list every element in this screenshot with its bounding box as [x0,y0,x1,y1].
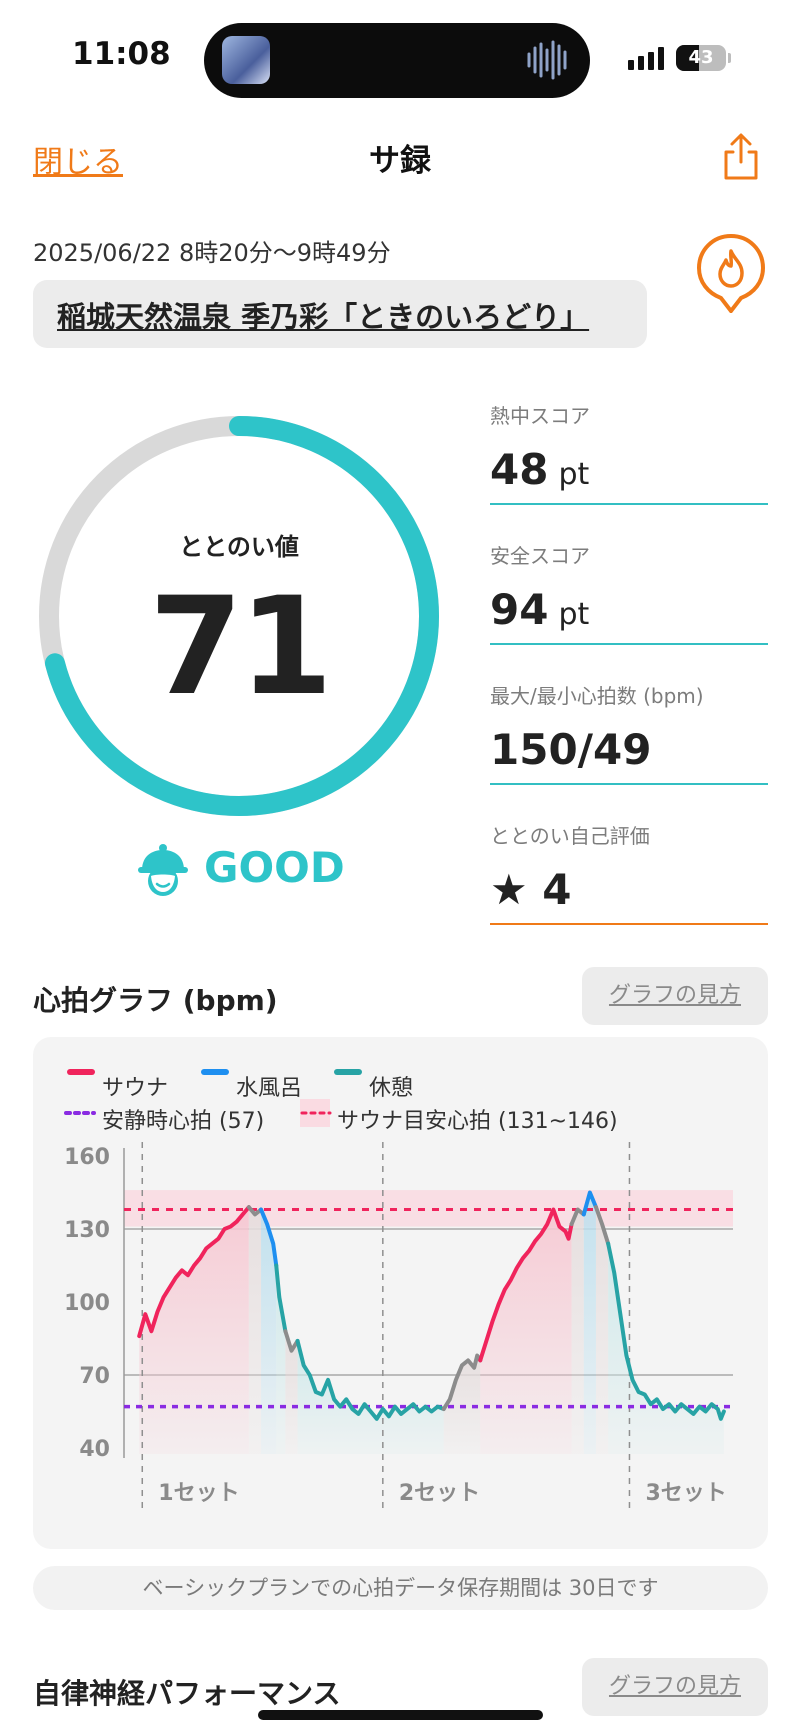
heart-rate-range-divider [490,783,768,785]
legend-target-swatch [300,1111,332,1115]
facility-name-button[interactable]: 稲城天然温泉 季乃彩「ときのいろどり」 [33,280,647,348]
cellular-signal-icon [628,47,664,70]
retention-notice: ベーシックプランでの心拍データ保存期間は 30日です [33,1566,768,1610]
audio-waveform-icon [527,40,567,80]
safety-score-value: 94 pt [490,585,590,634]
gauge-label: ととのい値 [179,533,299,561]
rating-text: GOOD [204,843,345,892]
set-label-3: 3セット [645,1481,726,1506]
legend-sauna-swatch [67,1069,95,1075]
facility-name: 稲城天然温泉 季乃彩「ときのいろどり」 [57,300,590,334]
legend-resting-swatch [64,1111,96,1115]
legend-rest: 休憩 [369,1076,414,1101]
battery-indicator: 43 [676,45,726,71]
now-playing-artwork [222,36,270,84]
legend-target-hr: サウナ目安心拍 (131~146) [337,1109,618,1134]
hr-area-gray-8 [571,1209,584,1454]
share-icon[interactable] [718,132,764,182]
sauna-hat-face-icon [138,844,188,896]
heart-graph-title: 心拍グラフ (bpm) [33,984,278,1017]
heat-score-label: 熱中スコア [490,404,590,428]
legend-water-swatch [201,1069,229,1075]
home-indicator [258,1710,543,1720]
heart-rate-range-value: 150/49 [490,725,652,774]
status-time: 11:08 [72,36,171,72]
legend-sauna: サウナ [102,1076,169,1101]
self-rating-label: ととのい自己評価 [490,824,650,848]
y-tick-label-100: 100 [64,1291,110,1316]
autonomic-title: 自律神経パフォーマンス [33,1677,341,1710]
page-title: サ録 [369,143,431,179]
heart-rate-chart: 160 130 100 70 40 1セット 2セット 3セット [64,1142,733,1508]
sauna-fire-icon[interactable] [696,233,766,313]
self-rating-divider [490,923,768,925]
autonomic-howto-button[interactable]: グラフの見方 [582,1658,768,1716]
battery-nub [728,53,731,63]
legend-water-bath: 水風呂 [236,1076,303,1101]
heart-graph-howto-button[interactable]: グラフの見方 [582,967,768,1025]
legend-resting-hr: 安静時心拍 (57) [102,1109,265,1134]
heat-score-value: 48 pt [490,445,590,494]
y-tick-label-70: 70 [79,1364,110,1389]
y-tick-label-130: 130 [64,1218,110,1243]
set-label-1: 1セット [158,1481,239,1506]
gauge-value: 71 [149,568,333,725]
heart-rate-range-label: 最大/最小心拍数 (bpm) [490,684,704,708]
target-band [124,1190,733,1227]
self-rating-value[interactable]: ★ 4 [490,865,572,914]
hr-area-sauna-0 [139,1207,249,1454]
heat-score-divider [490,503,768,505]
hr-area-rest-5 [297,1340,444,1454]
y-tick-label-160: 160 [64,1145,110,1170]
safety-score-divider [490,643,768,645]
safety-score-label: 安全スコア [490,544,590,568]
set-label-2: 2セット [399,1481,480,1506]
y-tick-label-40: 40 [79,1437,110,1462]
battery-level: 43 [688,47,714,68]
hr-area-water-9 [583,1192,596,1454]
hr-area-sauna-7 [480,1209,572,1454]
hr-area-gray-1 [248,1207,262,1454]
session-datetime: 2025/06/22 8時20分〜9時49分 [33,239,391,267]
legend-rest-swatch [334,1069,362,1075]
